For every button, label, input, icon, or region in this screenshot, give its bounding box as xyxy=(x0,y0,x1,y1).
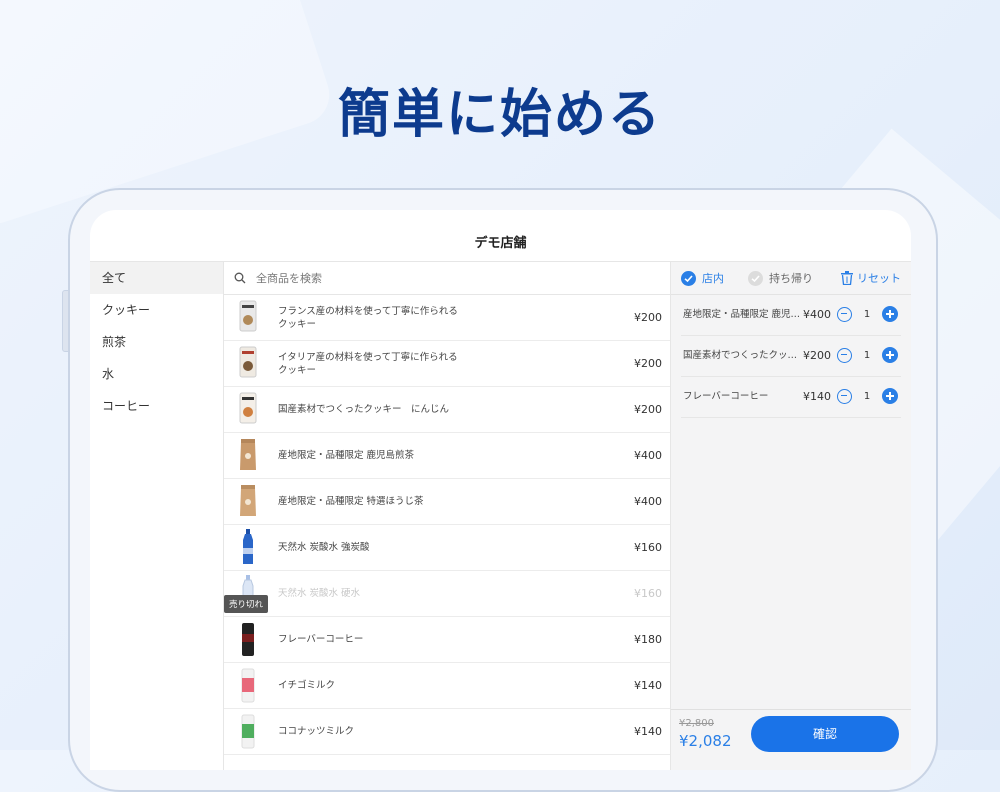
quantity-stepper: 1 xyxy=(837,388,898,404)
quantity-value: 1 xyxy=(863,308,871,320)
product-name: フランス産の材料を使って丁寧に作られるクッキー xyxy=(278,305,458,330)
option-takeout[interactable]: 持ち帰り xyxy=(748,270,813,286)
minus-icon[interactable] xyxy=(837,388,852,404)
milk-can-icon xyxy=(241,668,255,703)
cart-item-price: ¥200 xyxy=(803,349,831,362)
product-name: 産地限定・品種限定 特選ほうじ茶 xyxy=(278,496,424,507)
cookie-bag-icon xyxy=(239,300,257,332)
product-row[interactable]: イタリア産の材料を使って丁寧に作られるクッキー ¥200 xyxy=(224,341,670,387)
quantity-stepper: 1 xyxy=(837,347,898,363)
original-total: ¥2,800 xyxy=(679,718,714,729)
option-label: 店内 xyxy=(702,272,724,285)
pos-screen: デモ店舗 全て クッキー 煎茶 水 コーヒー 全商品を検索 フランス産の材料を使… xyxy=(90,210,911,770)
plus-icon[interactable] xyxy=(882,347,898,363)
cart-item: 産地限定・品種限定 鹿児島... ¥400 1 xyxy=(681,295,901,336)
product-price: ¥140 xyxy=(634,725,662,738)
product-row[interactable]: イチゴミルク ¥140 xyxy=(224,663,670,709)
cart-total: ¥2,082 xyxy=(679,732,732,750)
category-item-water[interactable]: 水 xyxy=(90,358,223,390)
headline: 簡単に始める xyxy=(337,85,662,145)
category-item-tea[interactable]: 煎茶 xyxy=(90,326,223,358)
trash-icon xyxy=(841,271,853,285)
cart-item-name: フレーバーコーヒー xyxy=(683,391,769,402)
minus-icon[interactable] xyxy=(837,347,852,363)
product-row[interactable]: フランス産の材料を使って丁寧に作られるクッキー ¥200 xyxy=(224,295,670,341)
quantity-value: 1 xyxy=(863,390,871,402)
cart-item-price: ¥400 xyxy=(803,308,831,321)
quantity-stepper: 1 xyxy=(837,306,898,322)
product-price: ¥180 xyxy=(634,633,662,646)
product-price: ¥400 xyxy=(634,449,662,462)
cart-item-name: 産地限定・品種限定 鹿児島... xyxy=(683,309,801,320)
product-row[interactable]: 産地限定・品種限定 鹿児島煎茶 ¥400 xyxy=(224,433,670,479)
plus-icon[interactable] xyxy=(882,388,898,404)
product-price: ¥160 xyxy=(634,587,662,600)
cart-item: 国産素材でつくったクッキー... ¥200 1 xyxy=(681,336,901,377)
category-sidebar: 全て クッキー 煎茶 水 コーヒー xyxy=(90,262,224,770)
product-row[interactable]: 国産素材でつくったクッキー にんじん ¥200 xyxy=(224,387,670,433)
store-title: デモ店舗 xyxy=(90,210,911,262)
quantity-value: 1 xyxy=(863,349,871,361)
product-price: ¥200 xyxy=(634,357,662,370)
search-placeholder: 全商品を検索 xyxy=(256,272,322,285)
product-price: ¥160 xyxy=(634,541,662,554)
product-row[interactable]: ココナッツミルク ¥140 xyxy=(224,709,670,755)
product-row[interactable]: フレーバーコーヒー ¥180 xyxy=(224,617,670,663)
sold-out-badge: 売り切れ xyxy=(224,595,269,613)
cart-item-name: 国産素材でつくったクッキー... xyxy=(683,350,801,361)
product-price: ¥400 xyxy=(634,495,662,508)
water-bottle-icon xyxy=(243,529,253,564)
milk-can-icon xyxy=(241,714,255,749)
product-name: 国産素材でつくったクッキー にんじん xyxy=(278,404,450,415)
product-name: イチゴミルク xyxy=(278,680,336,691)
cookie-bag-icon xyxy=(239,392,257,424)
search-icon xyxy=(234,272,246,284)
plus-icon[interactable] xyxy=(882,306,898,322)
category-item-cookie[interactable]: クッキー xyxy=(90,294,223,326)
confirm-button[interactable]: 確認 xyxy=(751,716,899,752)
product-name: 天然水 炭酸水 硬水 xyxy=(278,588,361,599)
tea-bag-icon xyxy=(240,485,256,516)
check-circle-icon xyxy=(681,270,696,286)
category-item-coffee[interactable]: コーヒー xyxy=(90,390,223,422)
product-name: フレーバーコーヒー xyxy=(278,634,364,645)
cart-item: フレーバーコーヒー ¥140 1 xyxy=(681,377,901,418)
coffee-can-icon xyxy=(242,623,254,656)
cookie-bag-icon xyxy=(239,346,257,378)
product-name: ココナッツミルク xyxy=(278,726,355,737)
product-name: 産地限定・品種限定 鹿児島煎茶 xyxy=(278,450,415,461)
product-row[interactable]: 天然水 炭酸水 強炭酸 ¥160 xyxy=(224,525,670,571)
product-name: イタリア産の材料を使って丁寧に作られるクッキー xyxy=(278,351,458,376)
product-price: ¥200 xyxy=(634,311,662,324)
product-row[interactable]: 売り切れ 天然水 炭酸水 硬水 ¥160 xyxy=(224,571,670,617)
product-row[interactable]: 産地限定・品種限定 特選ほうじ茶 ¥400 xyxy=(224,479,670,525)
option-label: 持ち帰り xyxy=(769,272,813,285)
cart-item-price: ¥140 xyxy=(803,390,831,403)
product-price: ¥200 xyxy=(634,403,662,416)
tea-bag-icon xyxy=(240,439,256,470)
option-in-store[interactable]: 店内 xyxy=(681,270,724,286)
check-circle-icon xyxy=(748,270,763,286)
product-price: ¥140 xyxy=(634,679,662,692)
search-input[interactable]: 全商品を検索 xyxy=(224,262,670,295)
minus-icon[interactable] xyxy=(837,306,852,322)
reset-button[interactable]: リセット xyxy=(841,270,901,286)
product-name: 天然水 炭酸水 強炭酸 xyxy=(278,542,370,553)
category-item-all[interactable]: 全て xyxy=(90,262,223,294)
product-list: 全商品を検索 フランス産の材料を使って丁寧に作られるクッキー ¥200 イタリア… xyxy=(224,262,671,770)
cart-footer: ¥2,800 ¥2,082 確認 xyxy=(671,709,911,770)
reset-label: リセット xyxy=(857,272,901,285)
cart-panel: 店内 持ち帰り リセット 産地限定・品種限定 鹿児島... ¥400 1 国産素… xyxy=(671,262,911,770)
